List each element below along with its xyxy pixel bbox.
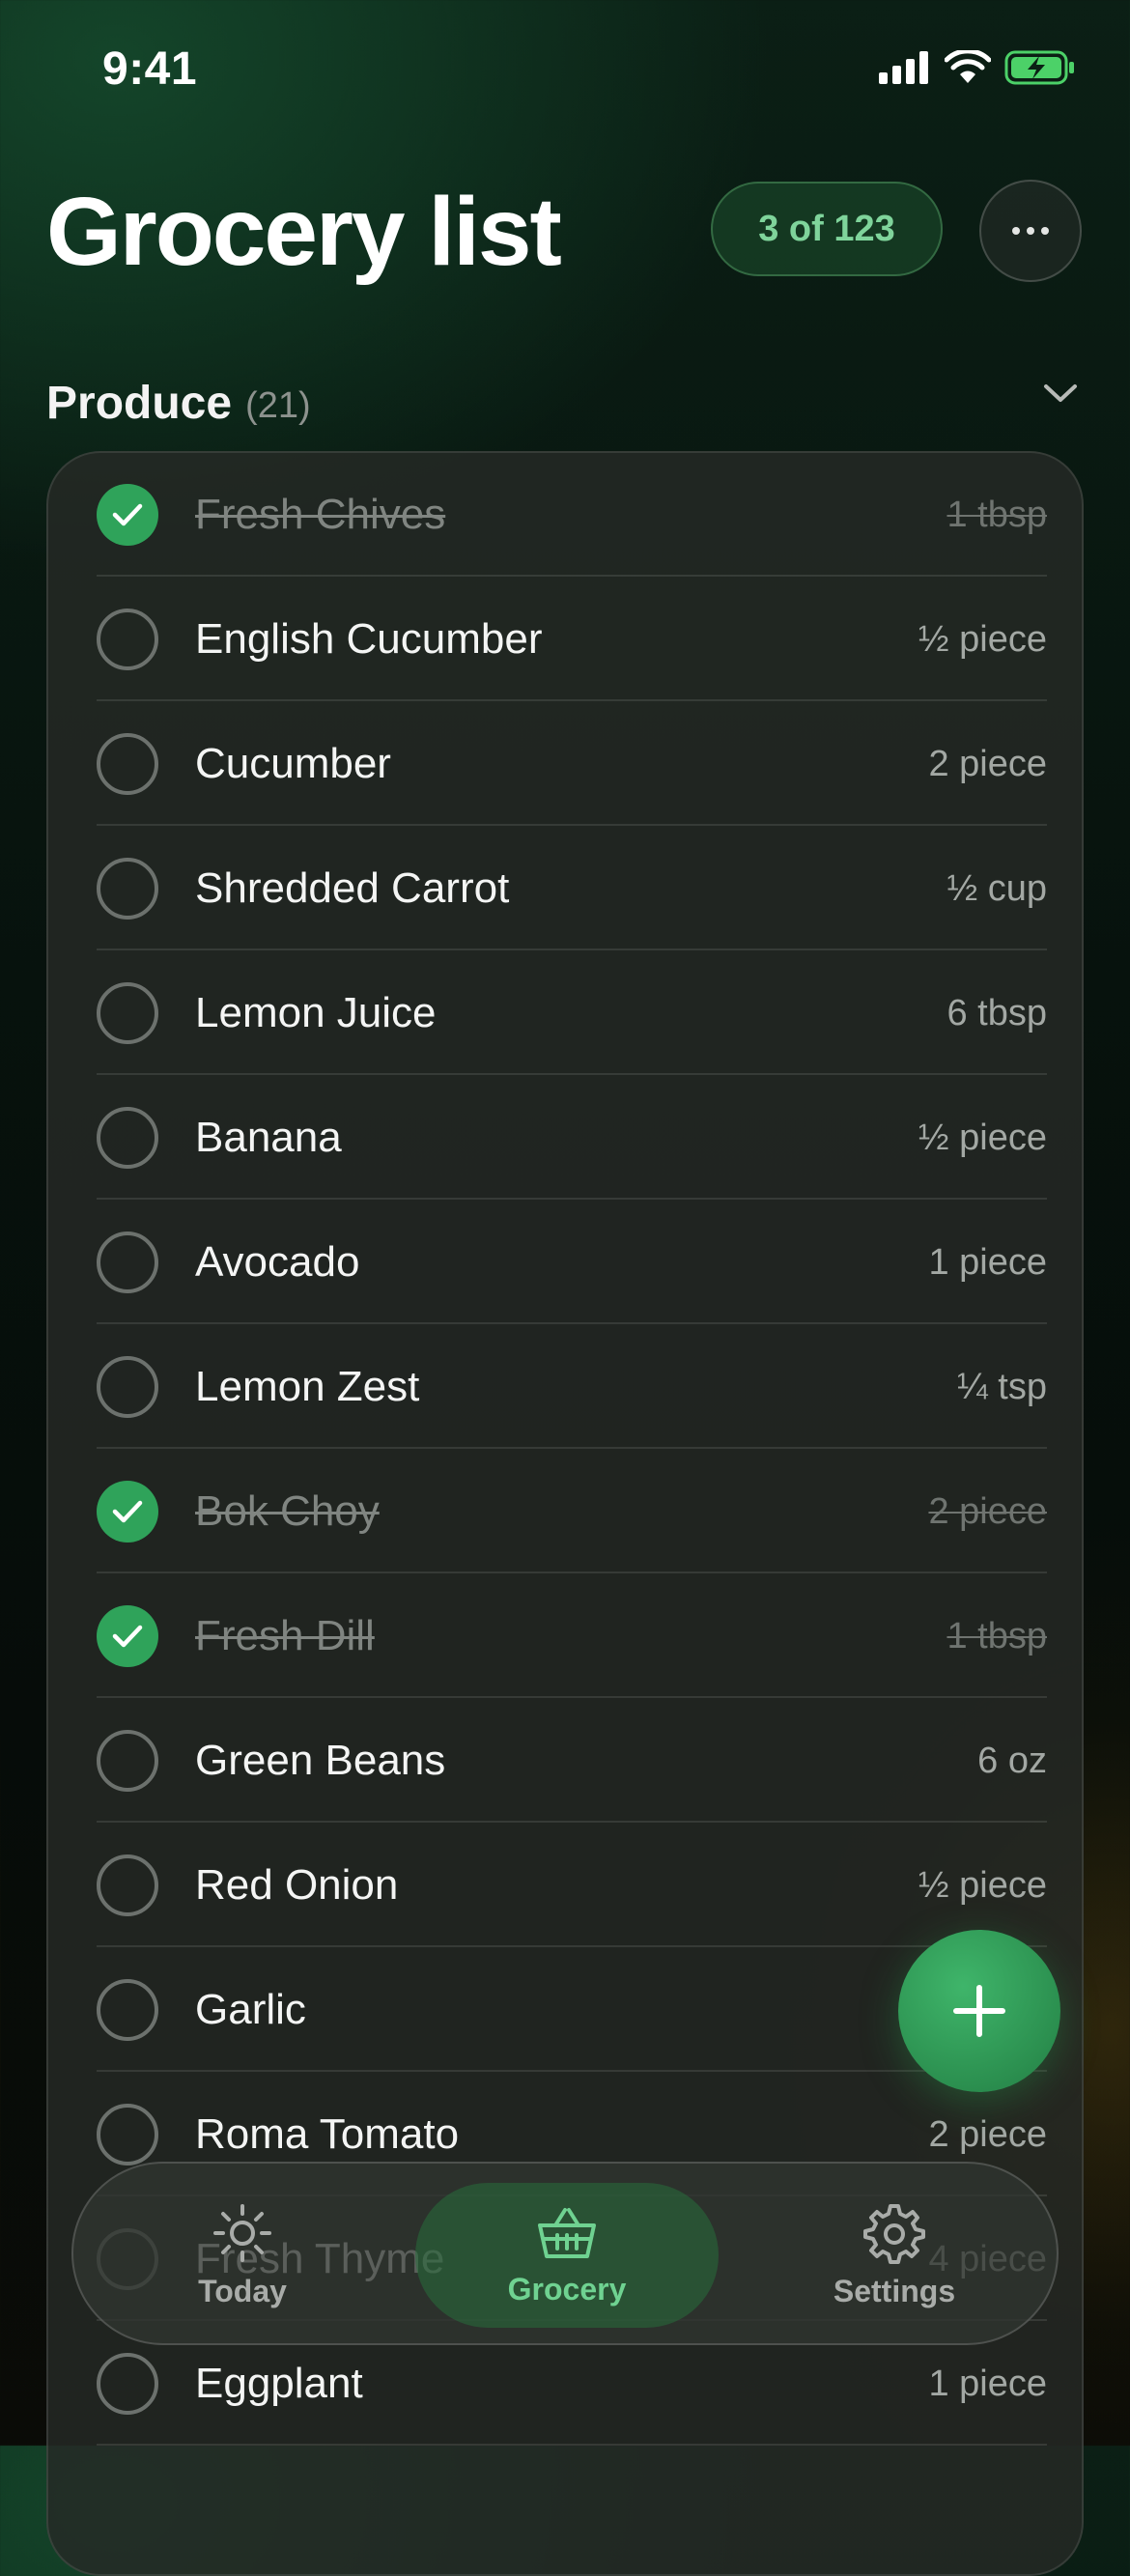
checkbox-unchecked[interactable] bbox=[97, 982, 158, 1044]
item-quantity: 1 piece bbox=[928, 1242, 1047, 1283]
tab-settings[interactable]: Settings bbox=[807, 2164, 981, 2347]
checkbox-unchecked[interactable] bbox=[97, 1730, 158, 1792]
row-divider bbox=[97, 1073, 1047, 1075]
chevron-down-icon[interactable] bbox=[1043, 382, 1078, 404]
row-divider bbox=[97, 1447, 1047, 1449]
section-count: (21) bbox=[245, 384, 311, 426]
list-item[interactable]: Fresh Dill 1 tbsp bbox=[97, 1574, 1047, 1698]
item-quantity: ½ piece bbox=[918, 1865, 1047, 1906]
item-quantity: 1 tbsp bbox=[946, 1616, 1047, 1656]
basket-icon bbox=[538, 2207, 596, 2258]
more-options-button[interactable] bbox=[979, 180, 1082, 282]
list-item[interactable]: Shredded Carrot ½ cup bbox=[97, 827, 1047, 950]
list-item[interactable]: Fresh Chives 1 tbsp bbox=[97, 453, 1047, 577]
row-divider bbox=[97, 1198, 1047, 1200]
status-bar: 9:41 bbox=[0, 0, 1130, 145]
row-divider bbox=[97, 2070, 1047, 2072]
checkbox-unchecked[interactable] bbox=[97, 2353, 158, 2415]
page-title: Grocery list bbox=[46, 178, 562, 286]
item-quantity: ½ piece bbox=[918, 1118, 1047, 1158]
checkbox-unchecked[interactable] bbox=[97, 2104, 158, 2166]
item-name: Shredded Carrot bbox=[195, 864, 510, 912]
checkmark-icon bbox=[112, 1500, 143, 1523]
item-quantity: 2 piece bbox=[928, 1491, 1047, 1532]
item-name: Green Beans bbox=[195, 1737, 446, 1784]
item-name: Lemon Juice bbox=[195, 989, 437, 1036]
item-name: Fresh Chives bbox=[195, 491, 446, 538]
item-quantity: 1 tbsp bbox=[946, 495, 1047, 535]
item-quantity: ¼ tsp bbox=[957, 1367, 1047, 1407]
tab-label: Settings bbox=[833, 2273, 956, 2308]
sun-icon bbox=[213, 2203, 271, 2262]
checkbox-checked[interactable] bbox=[97, 1481, 158, 1543]
tab-bar: Today Grocery Settings bbox=[71, 2162, 1059, 2345]
list-item[interactable]: Avocado 1 piece bbox=[97, 1201, 1047, 1324]
battery-charging-icon bbox=[1004, 50, 1074, 85]
item-quantity: 2 piece bbox=[928, 744, 1047, 784]
item-name: Avocado bbox=[195, 1238, 360, 1286]
row-divider bbox=[97, 575, 1047, 577]
checkbox-unchecked[interactable] bbox=[97, 1979, 158, 2041]
checkbox-unchecked[interactable] bbox=[97, 1854, 158, 1916]
row-divider bbox=[97, 1571, 1047, 1573]
item-name: Garlic bbox=[195, 1986, 306, 2033]
gear-icon bbox=[863, 2203, 925, 2264]
list-item[interactable]: Bok Choy 2 piece bbox=[97, 1450, 1047, 1573]
section-header-produce[interactable]: Produce (21) bbox=[46, 369, 1084, 437]
list-item[interactable]: Cucumber 2 piece bbox=[97, 702, 1047, 826]
list-item[interactable]: English Cucumber ½ piece bbox=[97, 578, 1047, 701]
checkbox-unchecked[interactable] bbox=[97, 609, 158, 670]
cellular-signal-icon bbox=[879, 51, 928, 84]
checkmark-icon bbox=[112, 1625, 143, 1648]
item-name: Lemon Zest bbox=[195, 1363, 420, 1410]
item-quantity: ½ piece bbox=[918, 619, 1047, 660]
checkbox-unchecked[interactable] bbox=[97, 1107, 158, 1169]
checkbox-checked[interactable] bbox=[97, 484, 158, 546]
status-time: 9:41 bbox=[102, 43, 198, 95]
row-divider bbox=[97, 948, 1047, 950]
item-quantity: 6 oz bbox=[977, 1741, 1047, 1781]
row-divider bbox=[97, 699, 1047, 701]
checkbox-unchecked[interactable] bbox=[97, 1356, 158, 1418]
list-item[interactable]: Banana ½ piece bbox=[97, 1076, 1047, 1200]
row-divider bbox=[97, 1945, 1047, 1947]
checkbox-checked[interactable] bbox=[97, 1605, 158, 1667]
list-item[interactable]: Green Beans 6 oz bbox=[97, 1699, 1047, 1823]
wifi-icon bbox=[945, 50, 991, 83]
list-item[interactable]: Lemon Juice 6 tbsp bbox=[97, 951, 1047, 1075]
checkmark-icon bbox=[112, 503, 143, 526]
section-title: Produce bbox=[46, 377, 233, 429]
list-item[interactable]: Red Onion ½ piece bbox=[97, 1824, 1047, 1947]
row-divider bbox=[97, 1821, 1047, 1823]
item-name: Red Onion bbox=[195, 1861, 399, 1909]
add-item-button[interactable] bbox=[898, 1930, 1060, 2092]
list-item[interactable]: Lemon Zest ¼ tsp bbox=[97, 1325, 1047, 1449]
item-name: Bok Choy bbox=[195, 1487, 380, 1535]
item-quantity: 6 tbsp bbox=[946, 993, 1047, 1033]
ellipsis-icon bbox=[1012, 227, 1049, 235]
row-divider bbox=[97, 824, 1047, 826]
checkbox-unchecked[interactable] bbox=[97, 1231, 158, 1293]
items-count-badge[interactable]: 3 of 123 bbox=[711, 182, 943, 276]
checkbox-unchecked[interactable] bbox=[97, 733, 158, 795]
tab-grocery[interactable]: Grocery bbox=[415, 2183, 719, 2328]
item-name: Cucumber bbox=[195, 740, 391, 787]
tab-label: Grocery bbox=[507, 2271, 627, 2307]
status-icons bbox=[879, 50, 1076, 85]
row-divider bbox=[97, 1322, 1047, 1324]
plus-icon bbox=[953, 1985, 1005, 2037]
item-quantity: ½ cup bbox=[946, 868, 1047, 909]
tab-label: Today bbox=[198, 2273, 287, 2308]
item-name: English Cucumber bbox=[195, 615, 543, 663]
checkbox-unchecked[interactable] bbox=[97, 858, 158, 920]
item-name: Banana bbox=[195, 1114, 342, 1161]
tab-today[interactable]: Today bbox=[160, 2164, 325, 2347]
row-divider bbox=[97, 1696, 1047, 1698]
item-name: Fresh Dill bbox=[195, 1612, 375, 1659]
